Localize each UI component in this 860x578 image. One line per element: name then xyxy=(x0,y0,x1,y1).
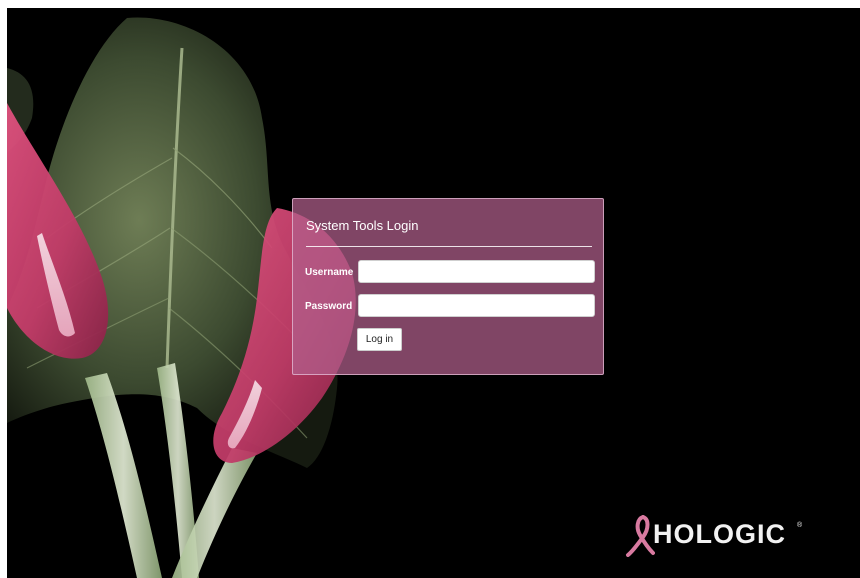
pink-ribbon-icon xyxy=(626,515,655,557)
password-label: Password xyxy=(305,301,353,312)
password-input[interactable] xyxy=(358,294,595,317)
registered-mark: ® xyxy=(797,522,803,529)
title-divider xyxy=(306,246,592,247)
brand-name: HOLOGIC xyxy=(653,519,786,549)
login-button[interactable]: Log in xyxy=(357,328,402,351)
username-input[interactable] xyxy=(358,260,595,283)
login-title: System Tools Login xyxy=(306,218,419,233)
login-panel: System Tools Login Username Password Log… xyxy=(292,198,604,375)
hologic-logo: HOLOGIC ® xyxy=(625,513,815,557)
username-label: Username xyxy=(305,267,354,278)
login-screen: System Tools Login Username Password Log… xyxy=(7,8,860,578)
